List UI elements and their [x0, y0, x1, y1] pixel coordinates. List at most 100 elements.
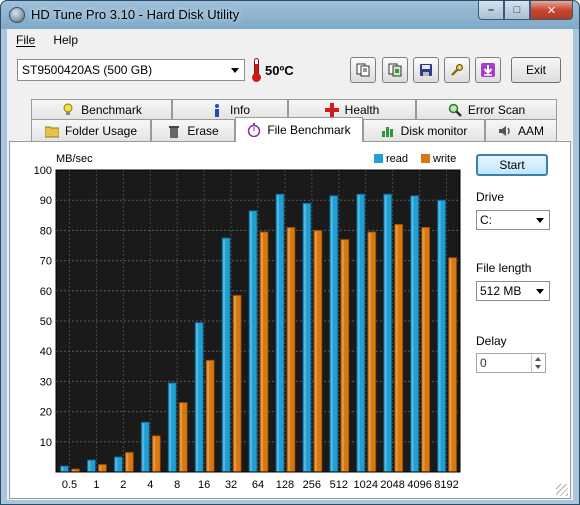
tab-error-scan-label: Error Scan [467, 102, 526, 117]
maximize-button[interactable]: □ [504, 1, 530, 20]
copy-text-button[interactable] [350, 57, 376, 83]
bar-highlight [61, 466, 64, 471]
bar-highlight [196, 323, 199, 471]
x-tick-label: 512 [330, 479, 348, 491]
x-tick-label: 64 [252, 479, 264, 491]
bar-highlight [314, 231, 317, 471]
bar-chart-icon [381, 126, 393, 137]
bar-highlight [115, 457, 118, 471]
bar-highlight [234, 296, 237, 471]
toolbar: ST9500420AS (500 GB) 50ºC Exit [7, 51, 573, 93]
copy-image-icon [388, 63, 402, 77]
tab-error-scan[interactable]: Error Scan [416, 99, 557, 119]
y-axis-label: MB/sec [56, 153, 93, 165]
spinner-arrows-icon[interactable] [531, 354, 545, 372]
x-tick-label: 16 [198, 479, 210, 491]
bar-highlight [250, 211, 252, 471]
bar-highlight [88, 460, 91, 471]
tab-disk-monitor-label: Disk monitor [400, 123, 468, 138]
info-icon [214, 103, 219, 117]
x-tick-label: 256 [303, 479, 321, 491]
chevron-down-icon [536, 218, 544, 223]
tab-folder-usage-label: Folder Usage [64, 123, 138, 138]
tab-info[interactable]: Info [172, 99, 288, 119]
tab-file-benchmark[interactable]: File Benchmark [235, 117, 363, 142]
copy-icon [356, 63, 370, 77]
file-length-select[interactable]: 512 MB [476, 281, 550, 301]
bar-highlight [422, 228, 425, 471]
client-area: File Help ST9500420AS (500 GB) 50ºC Exit… [7, 29, 573, 500]
x-tick-label: 8192 [434, 479, 458, 491]
floppy-disk-icon [420, 64, 432, 76]
folder-icon [44, 126, 59, 137]
thermometer-icon [251, 58, 261, 82]
x-tick-label: 1024 [353, 479, 377, 491]
bar-highlight [303, 204, 306, 471]
trash-icon [169, 125, 180, 138]
chevron-down-icon [536, 289, 544, 294]
x-tick-label: 2 [120, 479, 126, 491]
tab-disk-monitor[interactable]: Disk monitor [363, 119, 485, 141]
drive-select-value: C: [480, 213, 492, 227]
title-bar[interactable]: HD Tune Pro 3.10 - Hard Disk Utility – □… [1, 1, 579, 29]
window-title: HD Tune Pro 3.10 - Hard Disk Utility [31, 7, 240, 22]
close-button[interactable]: ✕ [530, 1, 573, 20]
tab-info-label: Info [229, 102, 250, 117]
app-icon [9, 7, 25, 23]
temperature-readout: 50ºC [265, 63, 294, 78]
delay-spinner[interactable]: 0 [476, 353, 546, 373]
tab-aam-label: AAM [517, 123, 544, 138]
start-button[interactable]: Start [476, 154, 548, 176]
drive-dropdown[interactable]: ST9500420AS (500 GB) [17, 59, 245, 81]
tab-strip: Benchmark Info Health Error Scan Folder … [9, 99, 571, 142]
bar-highlight [126, 453, 129, 471]
tab-benchmark[interactable]: Benchmark [31, 99, 172, 119]
x-tick-label: 4 [147, 479, 153, 491]
legend-swatch-read [374, 154, 383, 163]
x-tick-label: 32 [225, 479, 237, 491]
chart-svg: 10 20 30 40 50 60 70 80 90 100 0.5 1 2 4 8 16 32 64 128 256… [34, 153, 461, 491]
bar-highlight [276, 195, 279, 471]
window-controls: – □ ✕ [478, 1, 573, 20]
benchmark-chart: 10 20 30 40 50 60 70 80 90 100 0.5 1 2 4 8 16 32 64 128 256… [18, 146, 468, 496]
drive-dropdown-value: ST9500420AS (500 GB) [22, 63, 153, 77]
tools-icon [451, 64, 463, 76]
bar-highlight [330, 196, 333, 472]
bar-highlight [72, 469, 75, 471]
tab-folder-usage[interactable]: Folder Usage [31, 119, 151, 141]
y-tick-label: 90 [40, 195, 52, 207]
exit-button[interactable]: Exit [511, 57, 561, 83]
tab-erase[interactable]: Erase [151, 119, 235, 141]
copy-screenshot-button[interactable] [382, 57, 408, 83]
file-length-label: File length [476, 261, 532, 275]
bar-highlight [449, 258, 452, 471]
bar-highlight [153, 436, 156, 471]
bar-highlight [180, 403, 183, 471]
delay-value: 0 [480, 356, 487, 370]
options-button[interactable] [444, 57, 470, 83]
menu-file[interactable]: File [7, 29, 44, 51]
resize-grip[interactable] [556, 484, 568, 496]
x-tick-label: 0.5 [62, 479, 77, 491]
minimize-button[interactable]: – [478, 1, 504, 20]
drive-select[interactable]: C: [476, 210, 550, 230]
tab-benchmark-label: Benchmark [81, 102, 142, 117]
health-cross-icon [324, 102, 339, 117]
x-tick-label: 4096 [407, 479, 431, 491]
menu-bar: File Help [7, 29, 573, 51]
tab-health[interactable]: Health [288, 99, 416, 119]
y-tick-label: 30 [40, 376, 52, 388]
benchmark-controls: Start Drive C: File length 512 MB Delay … [474, 146, 570, 486]
bar-highlight [395, 225, 398, 471]
bar-highlight [357, 195, 360, 471]
download-button[interactable] [475, 57, 501, 83]
menu-help[interactable]: Help [44, 29, 87, 51]
x-tick-label: 1 [93, 479, 99, 491]
tab-aam[interactable]: AAM [485, 119, 557, 141]
y-tick-label: 80 [40, 225, 52, 237]
bar-highlight [384, 195, 387, 471]
app-window: HD Tune Pro 3.10 - Hard Disk Utility – □… [0, 0, 580, 505]
save-button[interactable] [413, 57, 439, 83]
x-tick-label: 2048 [380, 479, 404, 491]
tab-file-benchmark-label: File Benchmark [267, 123, 351, 137]
